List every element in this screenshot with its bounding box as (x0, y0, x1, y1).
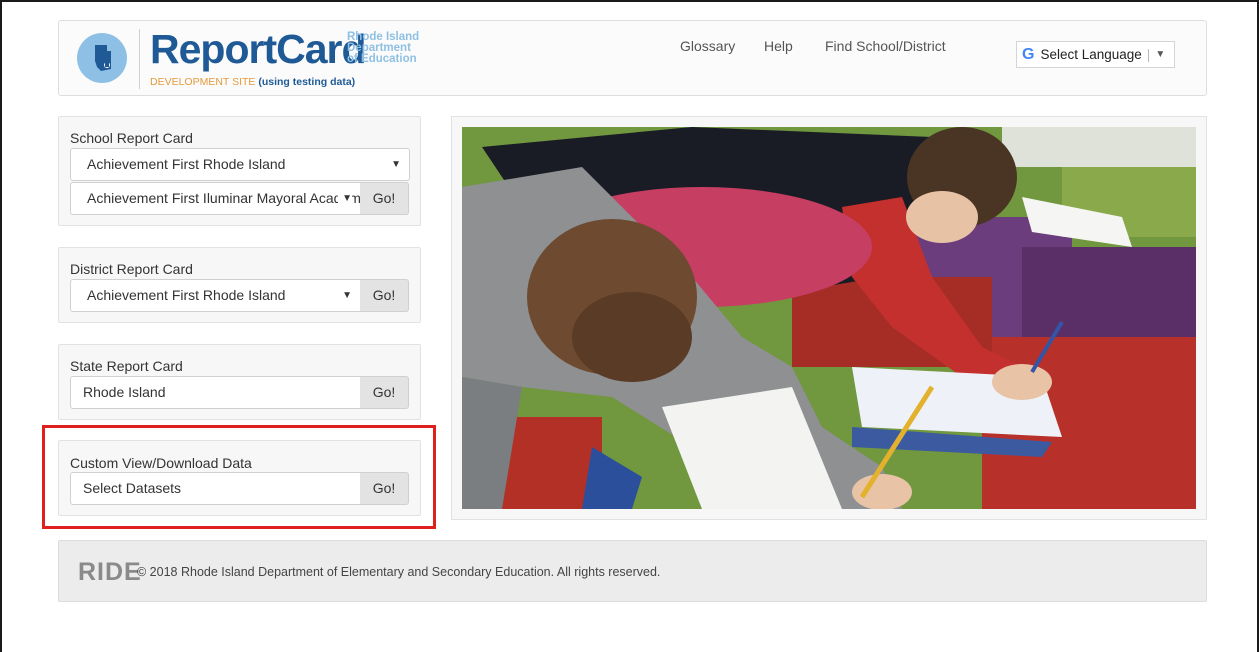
ride-seal-icon[interactable] (77, 33, 127, 83)
footer-copyright: © 2018 Rhode Island Department of Elemen… (137, 565, 661, 579)
language-select-label: Select Language (1040, 47, 1142, 62)
school-select-value: Achievement First Iluminar Mayoral Acade… (87, 190, 361, 206)
language-select[interactable]: G Select Language | ▼ (1016, 41, 1175, 68)
state-report-panel: State Report Card Rhode Island Go! (58, 344, 421, 420)
chevron-down-icon: ▼ (391, 159, 401, 170)
state-go-button[interactable]: Go! (360, 376, 409, 409)
school-report-title: School Report Card (70, 130, 193, 146)
site-footer: RIDE © 2018 Rhode Island Department of E… (58, 540, 1207, 602)
school-district-select[interactable]: Achievement First Rhode Island ▼ (70, 148, 410, 181)
chevron-down-icon: ▼ (342, 290, 352, 301)
district-select[interactable]: Achievement First Rhode Island ▼ (70, 279, 361, 312)
logo-divider (139, 29, 140, 89)
dev-site-text: DEVELOPMENT SITE (150, 76, 256, 88)
chevron-down-icon: ▼ (1155, 49, 1166, 60)
language-separator: | (1146, 47, 1151, 62)
district-report-panel: District Report Card Achievement First R… (58, 247, 421, 323)
school-report-panel: School Report Card Achievement First Rho… (58, 116, 421, 226)
nav-glossary-link[interactable]: Glossary (680, 38, 735, 54)
dept-line-3: of Education (347, 53, 417, 65)
dev-site-label: DEVELOPMENT SITE (using testing data) (150, 76, 355, 88)
school-district-select-value: Achievement First Rhode Island (87, 156, 286, 172)
nav-help-link[interactable]: Help (764, 38, 793, 54)
reportcard-logo[interactable]: ReportCard (150, 25, 367, 73)
ride-footer-logo[interactable]: RIDE (78, 558, 142, 587)
hero-photo-panel (451, 116, 1207, 520)
school-select[interactable]: Achievement First Iluminar Mayoral Acade… (70, 182, 361, 215)
school-go-button[interactable]: Go! (360, 182, 409, 215)
nav-find-school-link[interactable]: Find School/District (825, 38, 946, 54)
state-report-title: State Report Card (70, 358, 183, 374)
district-go-button[interactable]: Go! (360, 279, 409, 312)
logo-department-text: Rhode Island Department of Education (347, 31, 437, 65)
site-header: ReportCard Rhode Island Department of Ed… (58, 20, 1207, 96)
chevron-down-icon: ▼ (338, 183, 352, 214)
students-hero-photo (462, 127, 1196, 509)
google-g-icon: G (1022, 45, 1035, 63)
state-input[interactable]: Rhode Island (70, 376, 361, 409)
testing-data-text: (using testing data) (258, 76, 356, 88)
district-select-value: Achievement First Rhode Island (87, 287, 286, 303)
district-report-title: District Report Card (70, 261, 193, 277)
highlight-annotation-box (42, 425, 436, 529)
